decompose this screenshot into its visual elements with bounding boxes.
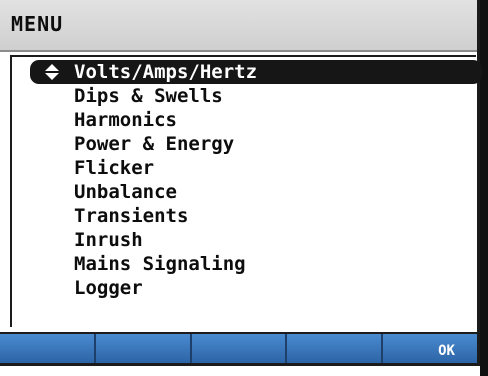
menu-item-volts-amps-hertz[interactable]: Volts/Amps/Hertz	[30, 60, 482, 84]
menu-item-transients[interactable]: Transients	[12, 204, 476, 228]
menu-item-label: Volts/Amps/Hertz	[74, 61, 258, 83]
menu-item-label: Inrush	[74, 229, 143, 251]
device-screen: MENU Volts/Amps/Hertz Dips & Swells Harm…	[0, 0, 482, 366]
softkey-f2[interactable]	[95, 334, 192, 363]
softkey-f1[interactable]	[0, 334, 96, 363]
bezel-edge	[480, 0, 488, 376]
ok-button[interactable]: OK	[383, 334, 477, 363]
menu-item-harmonics[interactable]: Harmonics	[12, 108, 476, 132]
menu-list: Volts/Amps/Hertz Dips & Swells Harmonics…	[12, 60, 482, 300]
menu-item-label: Harmonics	[74, 109, 177, 131]
menu-item-power-energy[interactable]: Power & Energy	[12, 132, 476, 156]
menu-item-inrush[interactable]: Inrush	[12, 228, 476, 252]
softkey-f3[interactable]	[191, 334, 288, 363]
menu-item-dips-swells[interactable]: Dips & Swells	[12, 84, 476, 108]
menu-item-logger[interactable]: Logger	[12, 276, 476, 300]
menu-item-label: Logger	[74, 277, 143, 299]
menu-item-label: Power & Energy	[74, 133, 235, 155]
menu-panel: Volts/Amps/Hertz Dips & Swells Harmonics…	[10, 55, 482, 327]
title-bar: MENU	[0, 0, 477, 52]
menu-item-unbalance[interactable]: Unbalance	[12, 180, 476, 204]
softkey-bar: OK	[0, 332, 477, 363]
up-down-arrows-icon	[40, 60, 64, 84]
page-title: MENU	[11, 12, 64, 36]
menu-item-label: Unbalance	[74, 181, 177, 203]
menu-item-label: Mains Signaling	[74, 253, 246, 275]
menu-item-mains-signaling[interactable]: Mains Signaling	[12, 252, 476, 276]
menu-item-label: Flicker	[74, 157, 155, 179]
menu-item-label: Transients	[74, 205, 189, 227]
softkey-f4[interactable]	[287, 334, 384, 363]
menu-item-label: Dips & Swells	[74, 85, 223, 107]
menu-item-flicker[interactable]: Flicker	[12, 156, 476, 180]
